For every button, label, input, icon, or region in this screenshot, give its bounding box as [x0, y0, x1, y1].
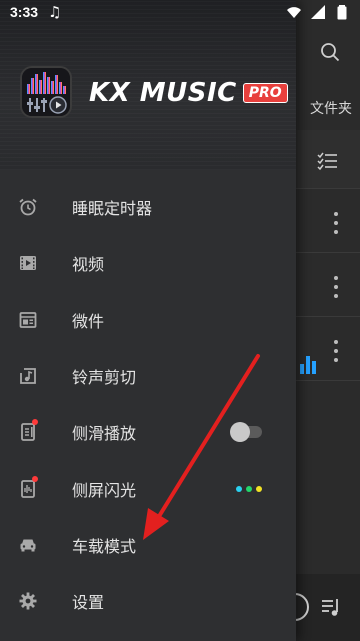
menu-item-ringtone-cutter[interactable]: 铃声剪切 — [0, 348, 296, 404]
menu-item-video[interactable]: 视频 — [0, 235, 296, 291]
menu-item-edge-lighting[interactable]: 侧屏闪光 — [0, 460, 296, 516]
edge-swipe-icon — [18, 419, 38, 442]
menu-label: 侧屏闪光 — [72, 480, 137, 500]
brand-wordmark: KX MUSIC PRO — [89, 78, 288, 108]
new-badge-dot — [32, 419, 38, 426]
status-bar: 3:33 ♫ — [0, 0, 360, 24]
menu-item-edge-swipe[interactable]: 侧滑播放 — [0, 404, 296, 460]
queue-icon[interactable] — [320, 596, 342, 618]
more-icon[interactable] — [334, 276, 340, 298]
widget-icon — [18, 310, 38, 330]
edge-light-icon — [18, 475, 38, 499]
music-note-icon: ♫ — [48, 3, 62, 21]
drawer-menu: 睡眠定时器 视频 微件 铃声剪切 侧滑播放 侧屏闪光 车载模式 设置 — [0, 179, 296, 629]
menu-item-car-mode[interactable]: 车载模式 — [0, 517, 296, 573]
menu-label: 铃声剪切 — [72, 368, 137, 388]
gear-icon — [18, 591, 38, 611]
wifi-icon — [287, 7, 301, 18]
ringtone-icon — [18, 366, 38, 386]
app-logo — [20, 66, 72, 118]
menu-label: 设置 — [72, 593, 105, 613]
color-dot — [236, 485, 242, 492]
navigation-drawer: KX MUSIC PRO 睡眠定时器 视频 微件 铃声剪切 侧滑播放 侧屏闪光 … — [0, 0, 296, 641]
pro-badge: PRO — [242, 83, 288, 103]
tab-folders[interactable]: 文件夹 — [310, 98, 352, 118]
menu-item-widget[interactable]: 微件 — [0, 292, 296, 348]
edge-light-colors[interactable] — [236, 485, 262, 492]
menu-item-sleep-timer[interactable]: 睡眠定时器 — [0, 179, 296, 235]
brand-name: KX MUSIC — [89, 78, 237, 108]
color-dot — [256, 485, 262, 492]
drawer-header: KX MUSIC PRO — [0, 0, 296, 170]
search-icon[interactable] — [320, 42, 340, 62]
more-icon[interactable] — [334, 340, 340, 362]
menu-label: 车载模式 — [72, 536, 137, 556]
new-badge-dot — [32, 475, 38, 482]
menu-item-settings[interactable]: 设置 — [0, 573, 296, 629]
status-time: 3:33 — [10, 4, 39, 20]
alarm-icon — [18, 197, 38, 217]
signal-icon — [311, 5, 325, 19]
menu-label: 微件 — [72, 311, 105, 331]
more-icon[interactable] — [334, 212, 340, 234]
color-dot — [246, 485, 252, 492]
toggle-knob — [230, 422, 250, 443]
list-check-icon[interactable] — [316, 150, 338, 172]
main-content-pane — [296, 0, 360, 641]
menu-label: 睡眠定时器 — [72, 199, 153, 219]
video-icon — [18, 253, 38, 273]
equalizer-icon — [300, 352, 318, 374]
battery-icon — [337, 5, 347, 20]
menu-label: 视频 — [72, 255, 105, 275]
car-icon — [18, 535, 38, 555]
menu-label: 侧滑播放 — [72, 424, 137, 444]
edge-swipe-toggle[interactable] — [230, 422, 262, 443]
